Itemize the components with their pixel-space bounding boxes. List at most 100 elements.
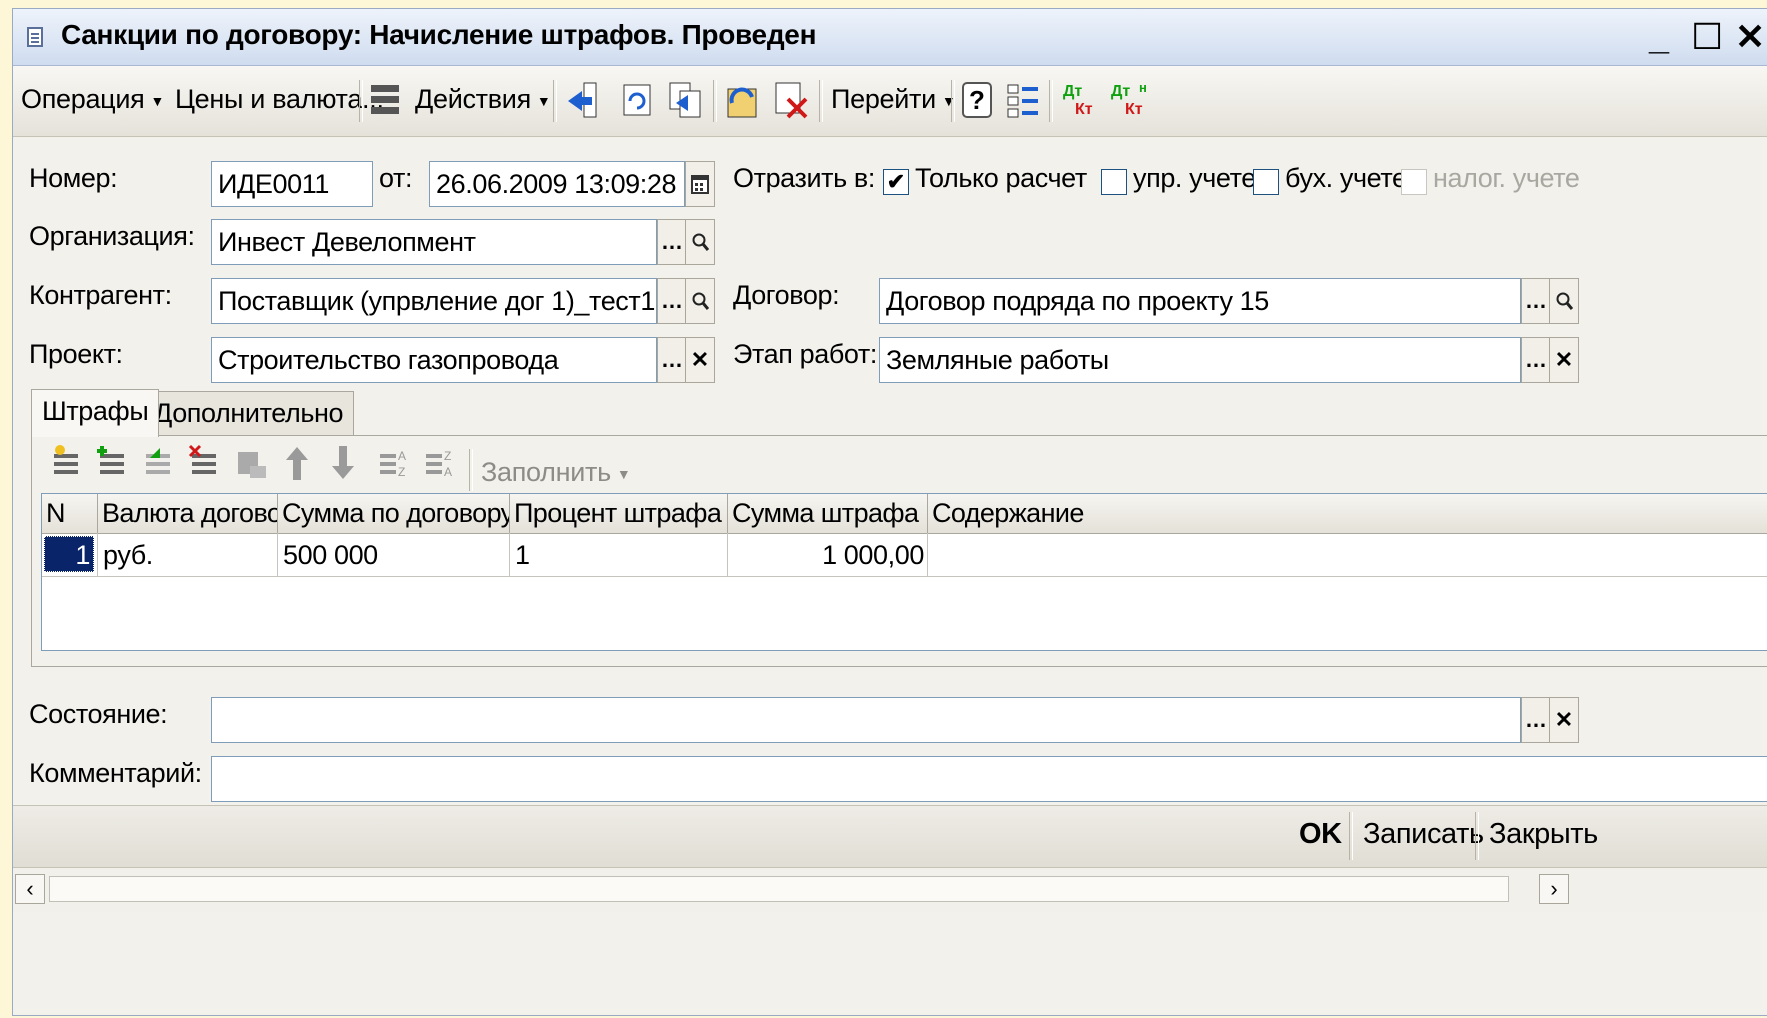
operation-label: Операция: [21, 84, 145, 114]
mgmt-accounting-label: упр. учете: [1133, 163, 1256, 193]
toolbar-separator: [713, 80, 717, 122]
organization-select-button[interactable]: …: [657, 219, 687, 265]
project-select-button[interactable]: …: [657, 337, 687, 383]
horizontal-scrollbar[interactable]: ‹ ›: [13, 867, 1767, 912]
project-field[interactable]: Строительство газопровода: [211, 337, 657, 383]
contract-field[interactable]: Договор подряда по проекту 15: [879, 278, 1521, 324]
copy-document-icon[interactable]: [667, 78, 703, 122]
post-document-icon[interactable]: [565, 78, 601, 122]
column-header-penalty-percent[interactable]: Процент штрафа (%): [510, 494, 728, 533]
close-window-button[interactable]: ✕: [1735, 15, 1765, 59]
contractor-search-icon[interactable]: [685, 278, 715, 324]
dropdown-arrow-icon: ▼: [150, 92, 164, 109]
number-field[interactable]: ИДЕ0011: [211, 161, 373, 207]
add-row-icon[interactable]: [49, 441, 85, 485]
scrollbar-track[interactable]: [49, 876, 1509, 902]
content-cell[interactable]: [928, 533, 1767, 577]
dropdown-arrow-icon: ▼: [536, 92, 551, 109]
work-stage-select-button[interactable]: …: [1521, 337, 1551, 383]
date-field[interactable]: 26.06.2009 13:09:28: [429, 161, 685, 207]
move-down-icon[interactable]: [325, 441, 361, 485]
list-actions-icon[interactable]: [367, 78, 403, 122]
window-title: Санкции по договору: Начисление штрафов.…: [61, 19, 817, 50]
only-calc-checkbox[interactable]: ✔: [883, 169, 909, 195]
fill-menu[interactable]: Заполнить ▼: [481, 457, 631, 488]
footer-separator: [1349, 812, 1353, 860]
load-from-file-icon[interactable]: [725, 78, 761, 122]
toolbar-separator: [951, 80, 955, 122]
footer-bar: OK Записать Закрыть: [13, 805, 1767, 868]
calendar-icon[interactable]: [685, 161, 715, 207]
project-clear-icon[interactable]: ✕: [685, 337, 715, 383]
contractor-select-button[interactable]: …: [657, 278, 687, 324]
penalties-table[interactable]: N Валюта догово... Сумма по договору Про…: [41, 493, 1767, 651]
penalty-percent-cell[interactable]: 1: [510, 533, 728, 577]
column-header-currency[interactable]: Валюта догово...: [98, 494, 278, 533]
tab-penalties[interactable]: Штрафы: [31, 389, 160, 437]
operation-menu[interactable]: Операция ▼: [21, 84, 164, 115]
project-label: Проект:: [29, 339, 123, 369]
svg-text:A: A: [444, 465, 452, 479]
sort-ascending-icon[interactable]: AZ: [377, 441, 413, 485]
contract-sum-cell[interactable]: 500 000: [278, 533, 510, 577]
column-header-n[interactable]: N: [42, 494, 98, 533]
work-stage-field[interactable]: Земляные работы: [879, 337, 1521, 383]
move-up-icon[interactable]: [279, 441, 315, 485]
edit-row-icon[interactable]: [141, 441, 177, 485]
save-button[interactable]: Записать: [1363, 818, 1484, 851]
tab-additional[interactable]: Дополнительно: [143, 391, 355, 435]
mgmt-accounting-checkbox[interactable]: [1101, 169, 1127, 195]
accounting-checkbox[interactable]: [1253, 169, 1279, 195]
actions-menu[interactable]: Действия ▼: [415, 84, 551, 115]
row-number-cell[interactable]: 1: [42, 533, 98, 577]
toolbar-separator: [359, 80, 363, 122]
contract-select-button[interactable]: …: [1521, 278, 1551, 324]
toolbar-separator: [819, 80, 823, 122]
svg-text:Дт: Дт: [1111, 83, 1130, 100]
structure-icon[interactable]: [1005, 78, 1041, 122]
organization-search-icon[interactable]: [685, 219, 715, 265]
delete-mark-icon[interactable]: [773, 78, 809, 122]
contract-search-icon[interactable]: [1549, 278, 1579, 324]
comment-field[interactable]: [211, 756, 1767, 802]
currency-cell[interactable]: руб.: [98, 533, 278, 577]
dt-kt-icon[interactable]: Дт Кт: [1059, 78, 1103, 122]
work-stage-clear-icon[interactable]: ✕: [1549, 337, 1579, 383]
dropdown-arrow-icon: ▼: [616, 465, 631, 482]
reflect-in-label: Отразить в:: [733, 163, 875, 193]
column-header-penalty-sum[interactable]: Сумма штрафа: [728, 494, 928, 533]
main-toolbar: Операция ▼ Цены и валюта... Действия ▼ Пер…: [13, 66, 1767, 137]
refresh-document-icon[interactable]: [619, 78, 655, 122]
tax-accounting-label: налог. учете: [1433, 163, 1580, 193]
sort-descending-icon[interactable]: ZA: [423, 441, 459, 485]
organization-field[interactable]: Инвест Девелопмент: [211, 219, 657, 265]
state-label: Состояние:: [29, 699, 168, 729]
delete-row-icon[interactable]: [187, 441, 223, 485]
dt-kt-n-icon[interactable]: Дт н Кт: [1109, 78, 1153, 122]
prices-currency-button[interactable]: Цены и валюта...: [175, 84, 384, 115]
contractor-field[interactable]: Поставщик (упрвление дог 1)_тест1: [211, 278, 657, 324]
ok-button[interactable]: OK: [1299, 818, 1342, 851]
tax-accounting-checkbox: [1401, 169, 1427, 195]
table-header: N Валюта догово... Сумма по договору Про…: [42, 494, 1767, 534]
state-field[interactable]: [211, 697, 1521, 743]
help-icon[interactable]: ?: [959, 78, 995, 122]
minimize-button[interactable]: _: [1649, 15, 1669, 59]
document-icon: [27, 27, 43, 47]
svg-text:н: н: [1139, 80, 1147, 95]
state-select-button[interactable]: …: [1521, 697, 1551, 743]
column-header-contract-sum[interactable]: Сумма по договору: [278, 494, 510, 533]
svg-text:Кт: Кт: [1075, 101, 1093, 118]
copy-row-icon[interactable]: [95, 441, 131, 485]
grid-toolbar-separator: [469, 449, 473, 491]
maximize-button[interactable]: ☐: [1691, 15, 1723, 59]
contract-label: Договор:: [733, 280, 840, 310]
goto-menu[interactable]: Перейти ▼: [831, 84, 956, 115]
penalty-sum-cell[interactable]: 1 000,00: [728, 533, 928, 577]
scroll-left-icon[interactable]: ‹: [15, 874, 45, 904]
footer-separator: [1475, 812, 1479, 860]
state-clear-icon[interactable]: ✕: [1549, 697, 1579, 743]
column-header-content[interactable]: Содержание: [928, 494, 1767, 533]
scroll-right-icon[interactable]: ›: [1539, 874, 1569, 904]
close-button[interactable]: Закрыть: [1489, 818, 1598, 851]
